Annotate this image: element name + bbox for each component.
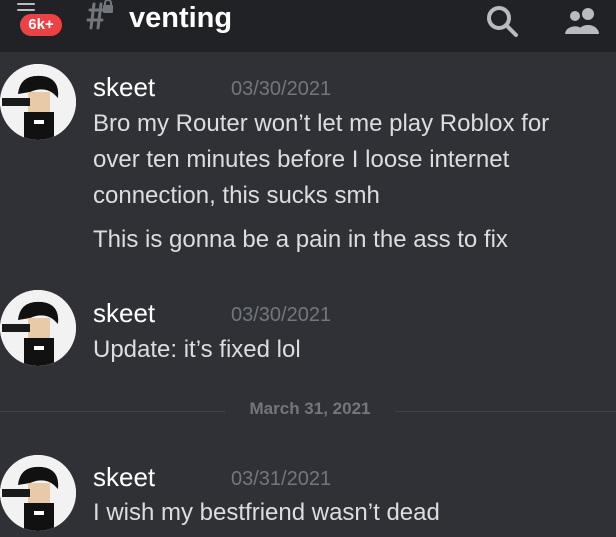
divider-line-right	[395, 411, 616, 412]
message-text: connection, this sucks smh	[93, 182, 380, 209]
date-divider: March 31, 2021	[249, 399, 371, 418]
avatar[interactable]	[0, 64, 76, 140]
timestamp: 03/30/2021	[231, 304, 332, 326]
message-text: This is gonna be a pain in the ass to fi…	[93, 226, 508, 253]
members-icon[interactable]	[562, 5, 602, 35]
notification-badge[interactable]: 6k+	[17, 11, 65, 39]
roblox-avatar-image	[0, 455, 76, 531]
divider-line-left	[0, 411, 225, 412]
roblox-avatar-image	[0, 290, 76, 366]
locked-channel-hash-icon	[86, 0, 113, 30]
message-text: Bro my Router won’t let me play Roblox f…	[93, 110, 550, 137]
timestamp: 03/31/2021	[231, 468, 332, 490]
channel-header: 6k+ venting	[0, 0, 616, 52]
username[interactable]: skeet	[93, 72, 155, 103]
roblox-avatar-image	[0, 64, 76, 140]
message-text: over ten minutes before I loose internet	[93, 146, 510, 173]
message-text: I wish my bestfriend wasn’t dead	[93, 499, 440, 526]
avatar[interactable]	[0, 455, 76, 531]
channel-name: venting	[129, 2, 233, 34]
search-icon[interactable]	[485, 4, 519, 38]
username[interactable]: skeet	[93, 298, 155, 329]
avatar[interactable]	[0, 290, 76, 366]
username[interactable]: skeet	[93, 462, 155, 493]
timestamp: 03/30/2021	[231, 78, 332, 100]
message-text: Update: it’s fixed lol	[93, 336, 301, 363]
